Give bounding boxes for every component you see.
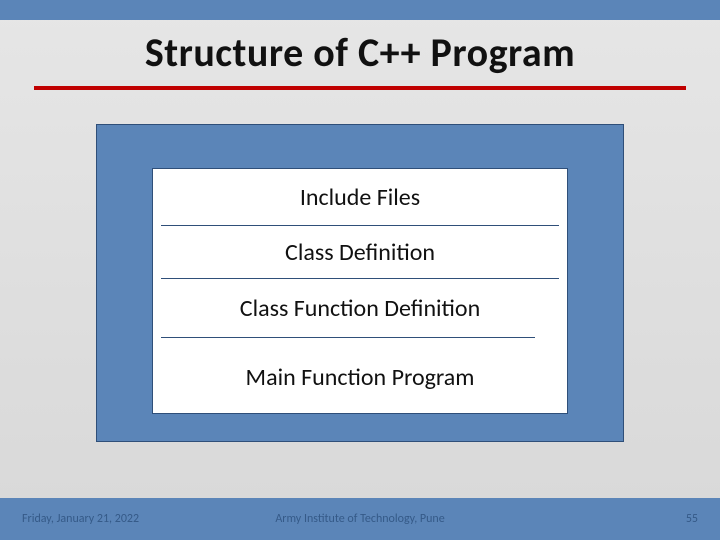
diagram-row-main-function-program: Main Function Program — [153, 338, 567, 416]
diagram-inner-box: Include Files Class Definition Class Fun… — [152, 168, 568, 414]
diagram-row-class-function-definition: Class Function Definition — [153, 279, 567, 337]
footer-bar: Friday, January 21, 2022 Army Institute … — [0, 498, 720, 540]
footer-organization: Army Institute of Technology, Pune — [0, 512, 720, 526]
top-accent-bar — [0, 0, 720, 20]
diagram-row-class-definition: Class Definition — [153, 226, 567, 278]
footer-page-number: 55 — [686, 512, 698, 526]
slide-title: Structure of C++ Program — [0, 28, 720, 77]
diagram-row-include-files: Include Files — [153, 169, 567, 225]
title-underline — [34, 86, 686, 90]
